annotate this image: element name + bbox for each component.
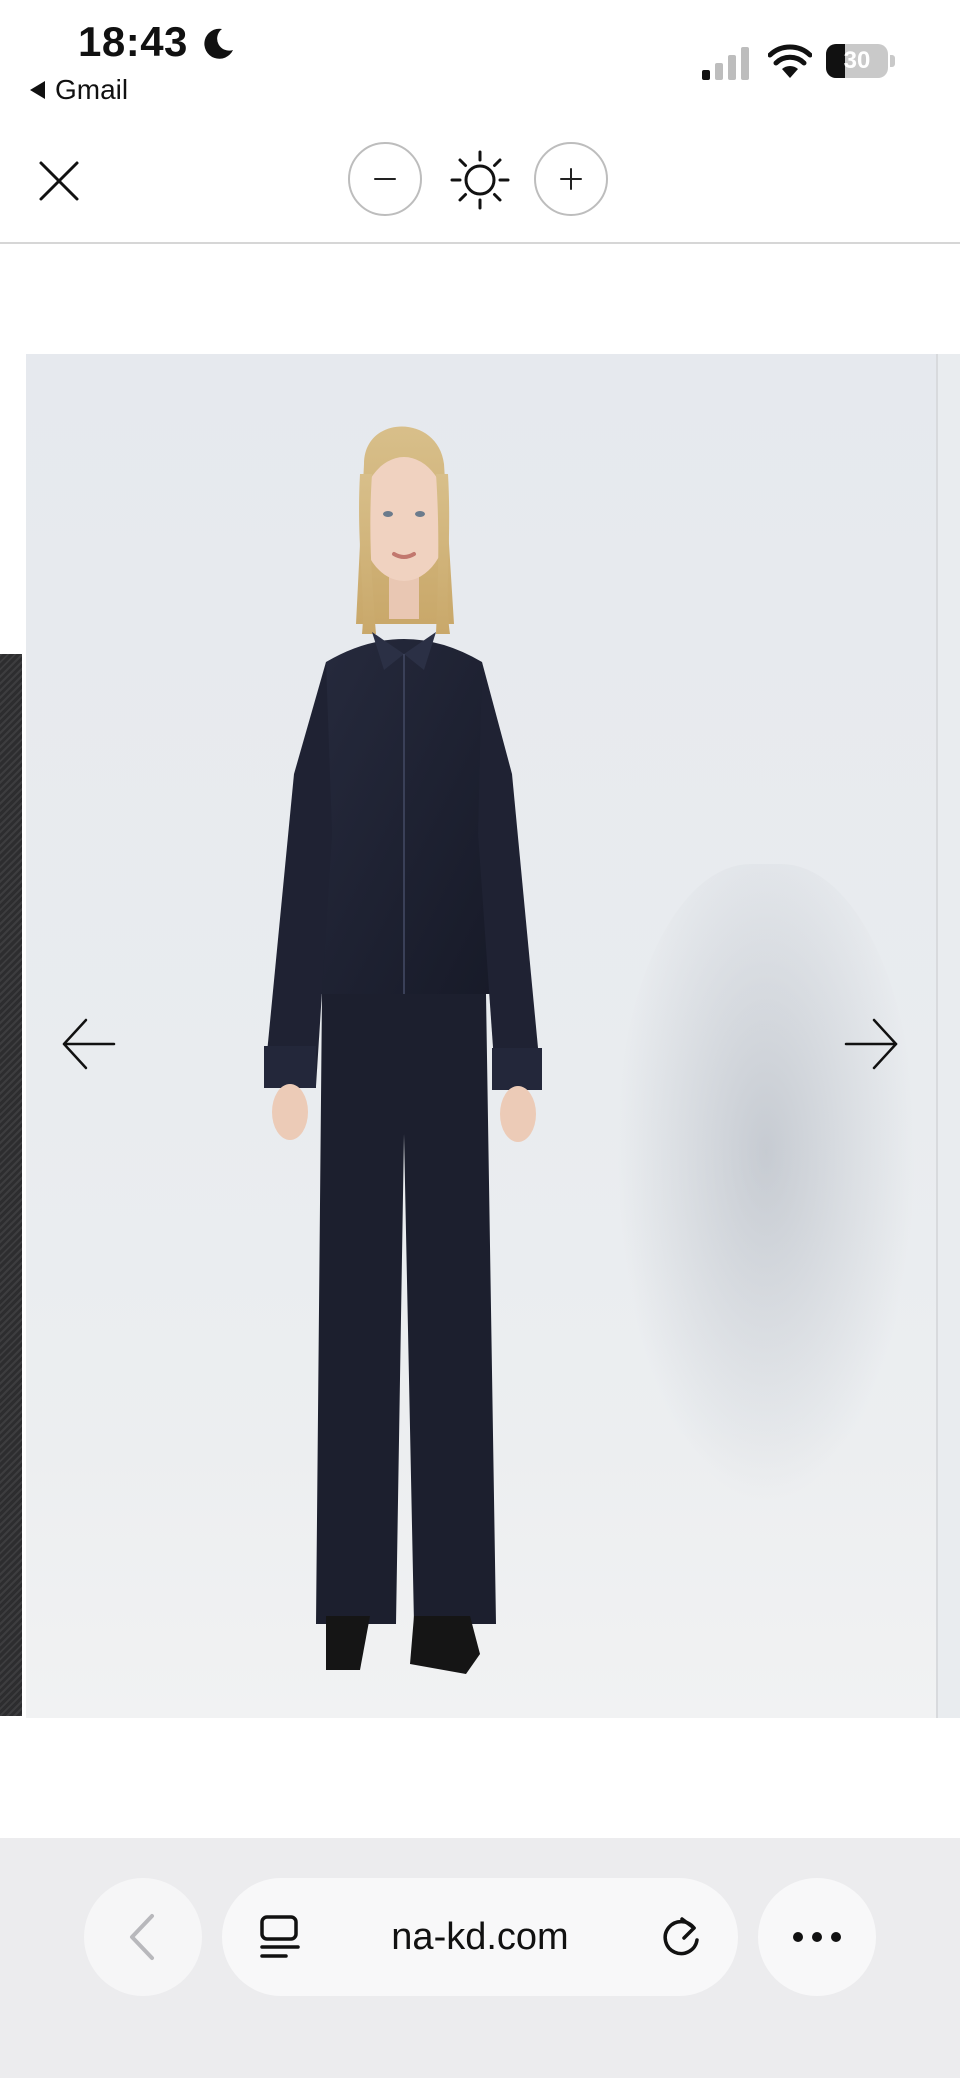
arrow-left-icon[interactable] [58, 1014, 118, 1074]
more-options-button[interactable] [758, 1878, 876, 1996]
zoom-in-button[interactable] [534, 142, 608, 216]
address-bar[interactable]: na-kd.com [222, 1878, 738, 1996]
previous-image-peek[interactable] [0, 654, 22, 1716]
next-image-peek[interactable] [936, 354, 960, 1718]
reader-icon[interactable] [258, 1914, 302, 1960]
battery-percent: 30 [843, 47, 871, 74]
wifi-icon [768, 44, 812, 78]
back-triangle-icon [30, 81, 45, 99]
signal-icon [702, 47, 749, 80]
browser-bottom-bar: na-kd.com [0, 1838, 960, 2078]
model-figure [264, 426, 542, 1674]
browser-back-button[interactable] [84, 1878, 202, 1996]
arrow-right-icon[interactable] [842, 1014, 902, 1074]
zoom-in-icon [560, 168, 582, 190]
url-text: na-kd.com [391, 1916, 569, 1958]
back-app-label: Gmail [55, 74, 129, 105]
back-to-app-link[interactable]: Gmail [30, 74, 128, 106]
product-image-gallery [0, 354, 960, 1718]
reload-icon[interactable] [658, 1914, 704, 1960]
more-icon [793, 1932, 841, 1942]
close-icon[interactable] [36, 158, 82, 204]
brightness-icon[interactable] [448, 148, 512, 212]
zoom-out-icon [374, 178, 396, 180]
moon-icon [204, 28, 233, 59]
product-image[interactable] [26, 354, 936, 1718]
image-viewer-toolbar [0, 130, 960, 244]
chevron-left-icon [130, 1914, 154, 1960]
zoom-out-button[interactable] [348, 142, 422, 216]
status-time: 18:43 [78, 18, 188, 65]
status-bar: 18:43 Gmail 30 [0, 0, 960, 130]
battery-icon: 30 [826, 44, 896, 80]
